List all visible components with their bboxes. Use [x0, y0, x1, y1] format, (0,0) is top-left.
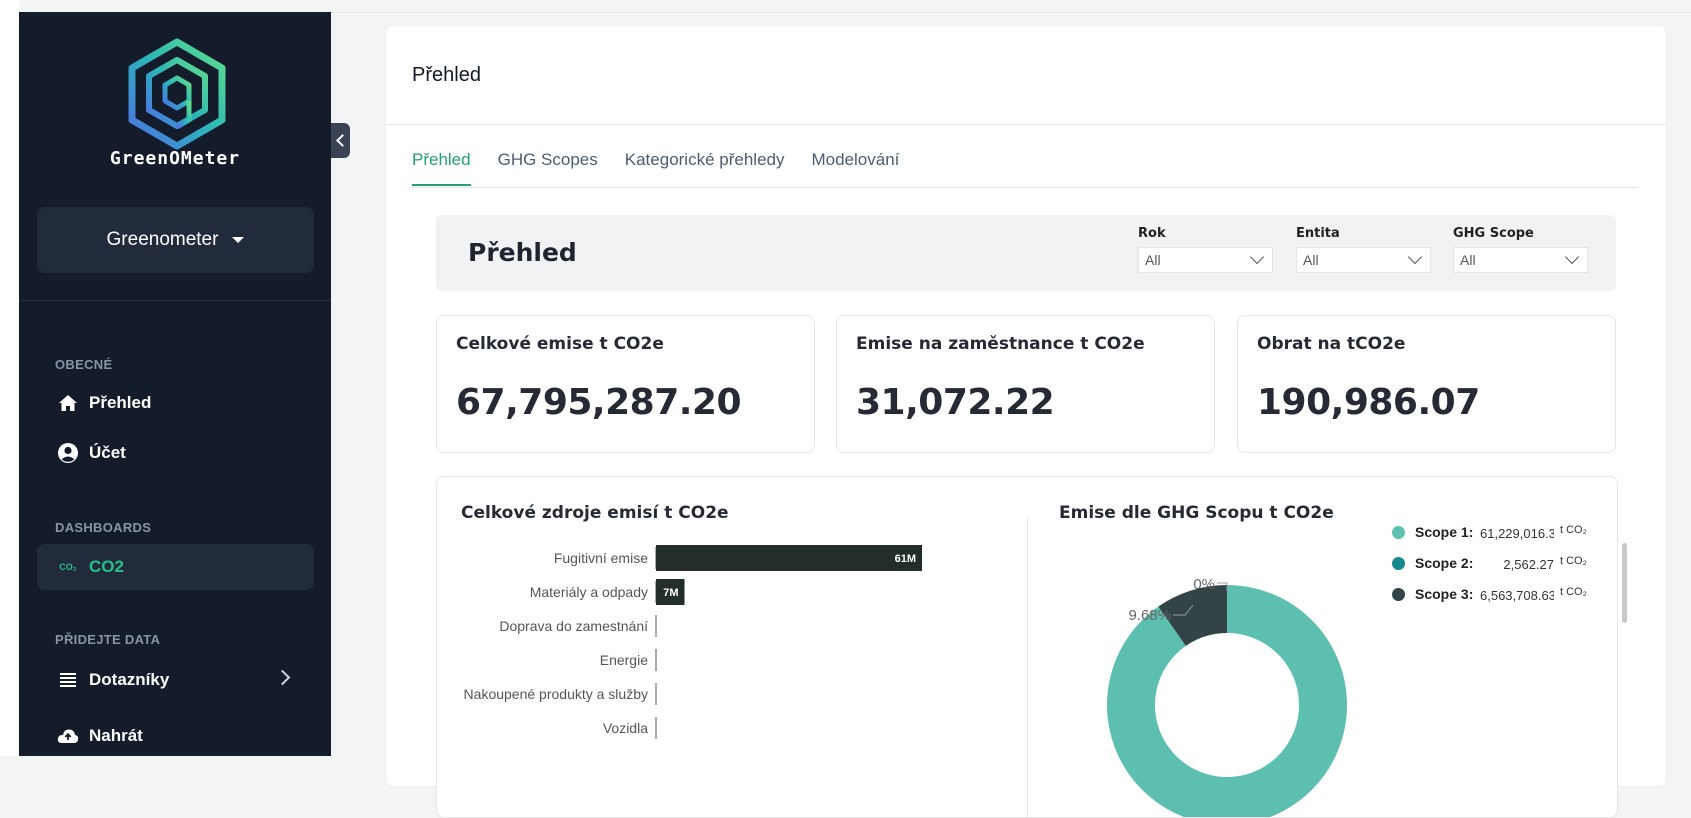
bar-data-label: 7M: [663, 587, 678, 599]
filter-label: Rok: [1138, 226, 1166, 241]
kpi-card-total-emissions: Celkové emise t CO2e 67,795,287.20: [436, 315, 815, 453]
chart-divider: [1027, 517, 1028, 817]
kpi-value: 190,986.07: [1257, 382, 1480, 423]
legend-label: Scope 1:: [1415, 524, 1474, 540]
sidebar-item-label: Účet: [89, 443, 126, 462]
filter-ghg-scope: GHG Scope All: [1453, 226, 1588, 273]
page-title: Přehled: [412, 64, 481, 86]
sidebar-item-upload[interactable]: Nahrát: [37, 713, 314, 759]
tab-category-overviews[interactable]: Kategorické přehledy: [625, 150, 785, 186]
legend-label: Scope 2:: [1415, 555, 1474, 571]
legend-value: 2,562.27: [1503, 557, 1554, 572]
brand-name: GreenOMeter: [109, 148, 241, 169]
organization-selector[interactable]: Greenometer: [37, 207, 314, 273]
bar[interactable]: [656, 545, 922, 571]
filter-label: GHG Scope: [1453, 226, 1534, 241]
kpi-card-emissions-per-employee: Emise na zaměstnance t CO2e 31,072.22: [836, 315, 1215, 453]
user-circle-icon: [57, 442, 79, 464]
filter-year: Rok All: [1138, 226, 1273, 273]
legend-item[interactable]: Scope 2: 2,562.27 t CO₂: [1392, 554, 1612, 585]
legend-value: 61,229,016.30: [1480, 526, 1554, 541]
legend-swatch: [1392, 557, 1405, 570]
kpi-title: Obrat na tCO2e: [1257, 334, 1406, 354]
chevron-right-icon: [274, 669, 291, 686]
ghg-scope-select[interactable]: All: [1453, 247, 1588, 273]
tab-modeling[interactable]: Modelování: [811, 150, 899, 186]
bar-data-label: 61M: [895, 553, 916, 565]
kpi-title: Emise na zaměstnance t CO2e: [856, 334, 1145, 354]
donut-chart-title: Emise dle GHG Scopu t CO2e: [1059, 503, 1334, 523]
chevron-left-icon: [335, 134, 349, 147]
select-value: All: [1460, 252, 1476, 268]
legend-swatch: [1392, 588, 1405, 601]
header-divider: [386, 124, 1666, 125]
select-value: All: [1145, 252, 1161, 268]
sidebar-item-label: Dotazníky: [89, 670, 170, 689]
kpi-value: 31,072.22: [856, 382, 1055, 423]
organization-name: Greenometer: [106, 229, 219, 250]
tabs-divider: [412, 187, 1638, 188]
ghg-scope-donut-chart: 9.68% 0%: [1107, 576, 1347, 817]
tab-overview[interactable]: Přehled: [412, 150, 471, 186]
legend-item[interactable]: Scope 3: 6,563,708.63 t CO₂: [1392, 585, 1612, 616]
tab-ghg-scopes[interactable]: GHG Scopes: [498, 150, 598, 186]
tab-bar: Přehled GHG Scopes Kategorické přehledy …: [412, 150, 926, 186]
cloud-upload-icon: [57, 725, 79, 747]
legend-unit: t CO₂: [1560, 524, 1587, 536]
main-panel: Přehled Přehled GHG Scopes Kategorické p…: [385, 25, 1667, 818]
emission-sources-bar-chart: Fugitivní emise 61M Materiály a odpady 7M Do…: [464, 545, 922, 739]
slice-percent-label: 9.68%: [1128, 607, 1171, 624]
sidebar-item-co2[interactable]: CO₂ CO2: [37, 544, 314, 590]
bar-chart-title: Celkové zdroje emisí t CO2e: [461, 503, 729, 523]
sidebar-item-label: Nahrát: [89, 726, 143, 745]
kpi-value: 67,795,287.20: [456, 382, 742, 423]
legend-value: 6,563,708.63: [1480, 588, 1554, 603]
select-value: All: [1303, 252, 1319, 268]
kpi-card-turnover-per-tco2e: Obrat na tCO2e 190,986.07: [1237, 315, 1616, 453]
section-general: OBECNÉ: [55, 357, 113, 372]
category-label: Vozidla: [603, 720, 648, 736]
category-label: Fugitivní emise: [554, 550, 648, 566]
filter-label: Entita: [1296, 226, 1340, 241]
slice-percent-label: 0%: [1193, 576, 1215, 593]
report-header: Přehled Rok All Entita All GHG Scope All: [436, 215, 1616, 291]
left-gutter: [0, 0, 19, 756]
report-title: Přehled: [468, 238, 577, 267]
chevron-down-icon: [1249, 249, 1265, 265]
charts-panel: Celkové zdroje emisí t CO2e Fugitivní em…: [436, 476, 1627, 818]
co2-icon: CO₂: [59, 562, 77, 572]
year-select[interactable]: All: [1138, 247, 1273, 273]
section-dashboards: DASHBOARDS: [55, 520, 152, 535]
greenometer-logo-icon[interactable]: [127, 38, 227, 150]
legend-label: Scope 3:: [1415, 586, 1474, 602]
chevron-down-icon: [1407, 249, 1423, 265]
sidebar-item-label: Přehled: [89, 393, 152, 412]
list-icon: [57, 669, 79, 691]
sidebar-item-overview[interactable]: Přehled: [37, 380, 314, 426]
entity-select[interactable]: All: [1296, 247, 1431, 273]
category-label: Materiály a odpady: [530, 584, 648, 600]
legend-unit: t CO₂: [1560, 586, 1587, 598]
legend-item[interactable]: Scope 1: 61,229,016.30 t CO₂: [1392, 523, 1612, 554]
sidebar-item-account[interactable]: Účet: [37, 430, 314, 476]
kpi-title: Celkové emise t CO2e: [456, 334, 664, 354]
home-icon: [57, 392, 79, 414]
legend-scrollbar[interactable]: [1622, 543, 1627, 623]
chevron-down-icon: [1564, 249, 1580, 265]
legend-unit: t CO₂: [1560, 555, 1587, 567]
legend-swatch: [1392, 526, 1405, 539]
donut-legend: Scope 1: 61,229,016.30 t CO₂ Scope 2: 2,…: [1392, 523, 1612, 616]
section-add-data: PŘIDEJTE DATA: [55, 632, 161, 647]
category-label: Doprava do zamestnání: [499, 618, 648, 634]
sidebar-divider: [19, 300, 331, 301]
filter-entity: Entita All: [1296, 226, 1431, 273]
sidebar-item-questionnaires[interactable]: Dotazníky: [37, 657, 314, 703]
collapse-sidebar-button[interactable]: [331, 123, 350, 158]
category-label: Energie: [600, 652, 648, 668]
caret-down-icon: [232, 237, 245, 243]
category-label: Nakoupené produkty a služby: [464, 686, 648, 702]
sidebar-item-label: CO2: [89, 557, 124, 576]
sidebar: GreenOMeter Greenometer OBECNÉ Přehled Ú…: [19, 12, 331, 756]
